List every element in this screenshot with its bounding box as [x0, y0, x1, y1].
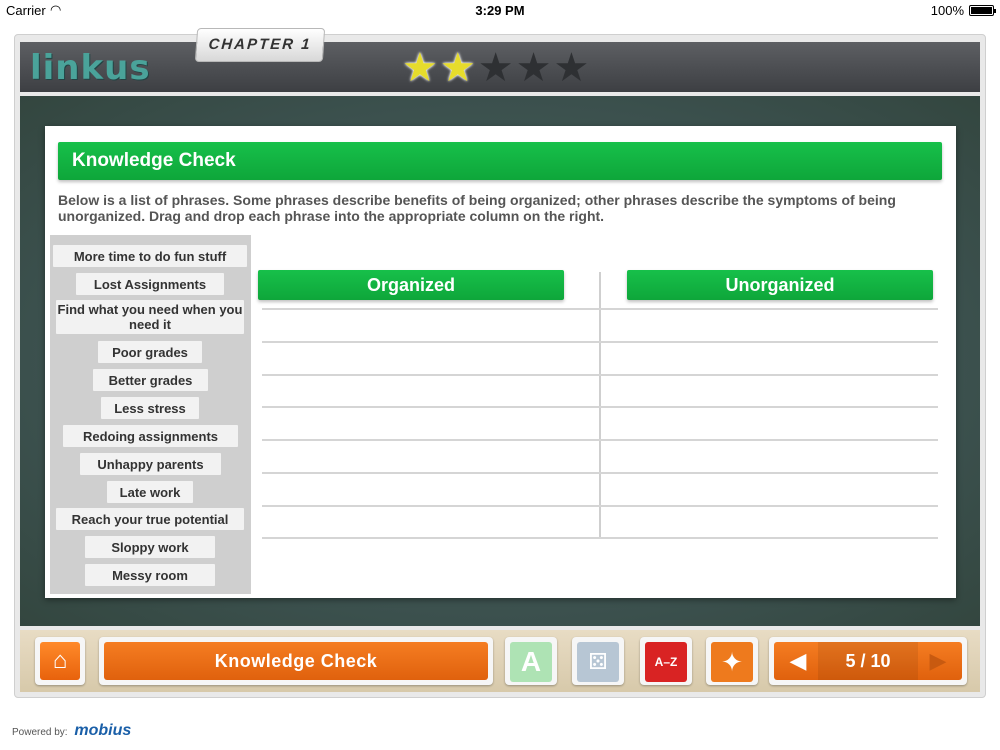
section-title-button[interactable]: Knowledge Check [104, 642, 488, 680]
phrase-item[interactable]: Sloppy work [85, 536, 215, 558]
game-button[interactable]: ⚄ [577, 642, 619, 682]
phrase-item[interactable]: Redoing assignments [63, 425, 238, 447]
previous-page-button[interactable]: ◀ [784, 642, 812, 680]
star-icon: ★ [477, 46, 514, 90]
organized-column-header: Organized [258, 270, 564, 300]
battery-icon [969, 5, 996, 16]
unorganized-column-header: Unorganized [627, 270, 933, 300]
app-logo: linkus [30, 48, 151, 88]
drop-row[interactable] [262, 537, 938, 539]
a-z-glossary-icon: A–Z [654, 655, 678, 669]
powered-by: Powered by: mobius [12, 722, 131, 740]
home-icon: ⌂ [52, 647, 68, 674]
drop-row[interactable] [262, 439, 938, 441]
drop-row[interactable] [262, 308, 938, 310]
star-icon: ★ [439, 46, 476, 90]
drop-row[interactable] [262, 341, 938, 343]
chapter-tab[interactable]: CHAPTER 1 [194, 28, 326, 62]
drop-row[interactable] [262, 406, 938, 408]
next-page-button[interactable]: ▶ [924, 642, 952, 680]
phrase-item[interactable]: Lost Assignments [76, 273, 224, 295]
phrase-item[interactable]: Late work [107, 481, 193, 503]
phrase-item[interactable]: Less stress [101, 397, 199, 419]
star-icon: ★ [553, 46, 590, 90]
phrase-item[interactable]: Poor grades [98, 341, 202, 363]
instructions-text: Below is a list of phrases. Some phrases… [58, 192, 896, 224]
activity-title: Knowledge Check [58, 142, 942, 180]
star-icon: ★ [402, 46, 438, 90]
star-icon: ★ [515, 46, 552, 90]
progress-stars: ★ ★ ★ ★ ★ [402, 48, 589, 88]
mobius-logo: mobius [74, 722, 132, 739]
status-bar: Carrier ◠ 3:29 PM 100% [0, 0, 1000, 22]
gamepad-icon: ⚄ [588, 649, 608, 674]
compass-button[interactable]: ✦ [711, 642, 753, 682]
phrase-item[interactable]: More time to do fun stuff [53, 245, 247, 267]
phrase-item[interactable]: Better grades [93, 369, 208, 391]
clock: 3:29 PM [475, 3, 525, 18]
drop-row[interactable] [262, 374, 938, 376]
phrase-item[interactable]: Messy room [85, 564, 215, 586]
page-navigator: ◀ 5 / 10 ▶ [774, 642, 962, 680]
glossary-button[interactable]: A–Z [645, 642, 687, 682]
a-plus-icon: A [520, 646, 542, 677]
next-icon: ▶ [929, 648, 947, 673]
drop-row[interactable] [262, 472, 938, 474]
drop-row[interactable] [262, 505, 938, 507]
a-plus-button[interactable]: A [510, 642, 552, 682]
phrase-item[interactable]: Find what you need when you need it [56, 300, 244, 334]
battery-percent: 100% [930, 3, 964, 18]
page-indicator: 5 / 10 [818, 642, 918, 680]
home-button[interactable]: ⌂ [40, 642, 80, 680]
phrase-item[interactable]: Unhappy parents [80, 453, 221, 475]
previous-icon: ◀ [789, 648, 807, 673]
column-divider [599, 272, 601, 537]
compass-icon: ✦ [721, 647, 743, 677]
powered-by-label: Powered by: [12, 727, 68, 738]
phrase-item[interactable]: Reach your true potential [56, 508, 244, 530]
